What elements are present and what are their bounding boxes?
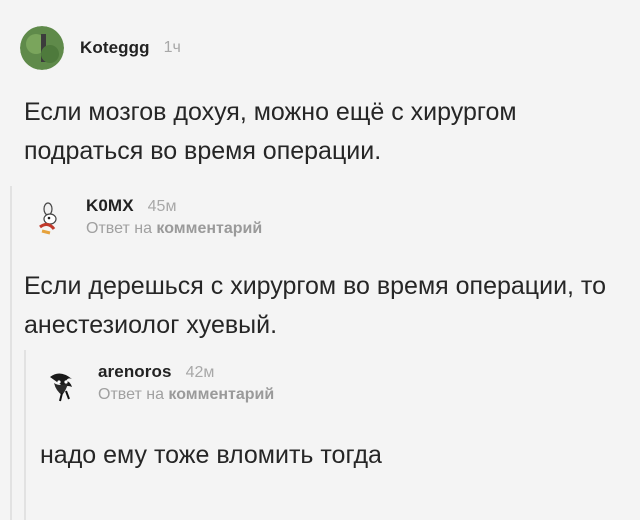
sketch-avatar-icon (42, 363, 82, 403)
comment-meta: arenoros 42м Ответ на комментарий (98, 362, 274, 404)
reply-prefix: Ответ на (86, 220, 152, 237)
comment-meta: K0MX 45м Ответ на комментарий (86, 196, 262, 238)
comment-author[interactable]: K0MX (86, 196, 134, 216)
reply-target-link[interactable]: комментарий (156, 220, 262, 237)
reply-to-line: Ответ на комментарий (86, 220, 262, 238)
comment-time: 1ч (163, 39, 181, 56)
cartoon-avatar-icon (30, 197, 70, 237)
green-avatar-icon (20, 26, 64, 70)
comment-text: надо ему тоже вломить тогда (40, 441, 382, 469)
comment-header-arenoros: arenoros 42м Ответ на комментарий (42, 362, 274, 404)
user-avatar-arenoros[interactable] (42, 363, 82, 403)
comment-header-koteggg: Koteggg 1ч (20, 26, 181, 70)
user-avatar-k0mx[interactable] (30, 197, 70, 237)
comment-text: Если дерешься с хирургом во время операц… (24, 272, 606, 339)
reply-target-link[interactable]: комментарий (168, 386, 274, 403)
reply-prefix: Ответ на (98, 386, 164, 403)
thread-line-level-1 (10, 186, 12, 520)
comment-author[interactable]: Koteggg (80, 38, 150, 58)
comment-text: Если мозгов дохуя, можно ещё с хирургом … (24, 98, 517, 165)
comment-time: 45м (147, 198, 177, 215)
comment-thread: Koteggg 1ч Если мозгов дохуя, можно ещё … (0, 0, 640, 520)
comment-author[interactable]: arenoros (98, 362, 172, 382)
comment-header-k0mx: K0MX 45м Ответ на комментарий (30, 196, 262, 238)
thread-line-level-2 (24, 350, 26, 520)
reply-to-line: Ответ на комментарий (98, 386, 274, 404)
user-avatar-koteggg[interactable] (20, 26, 64, 70)
comment-time: 42м (185, 364, 215, 381)
